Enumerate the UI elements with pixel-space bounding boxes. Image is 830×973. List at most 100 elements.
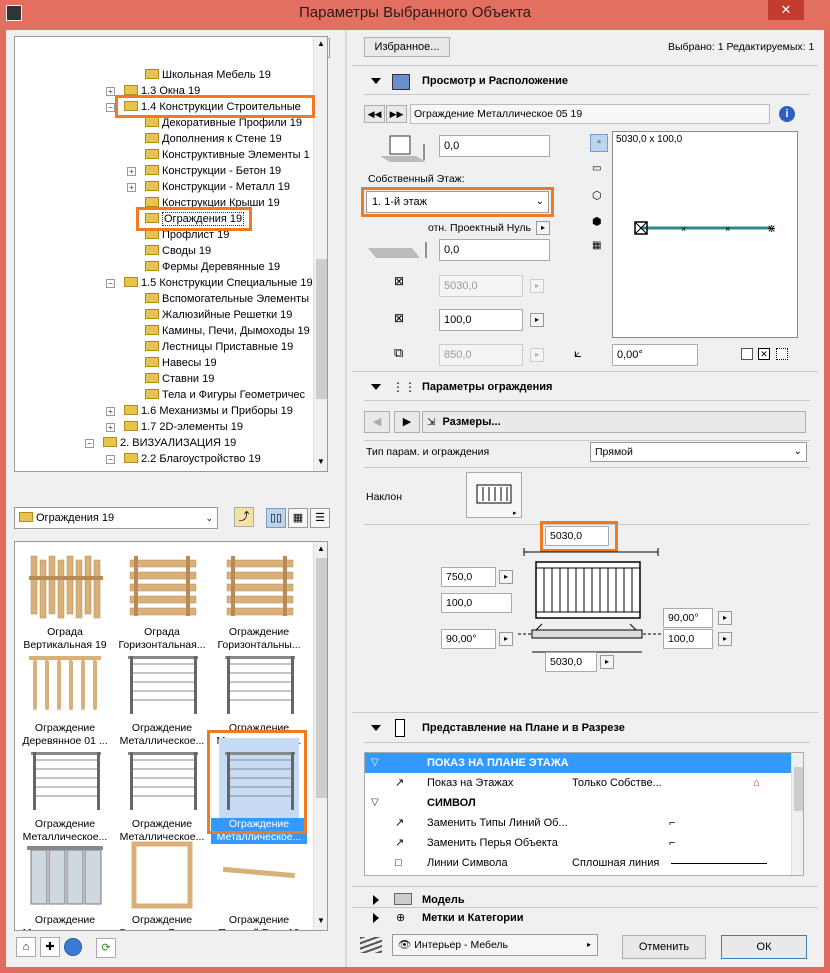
expand-arrow-icon[interactable] <box>373 895 379 905</box>
collapse-icon[interactable]: − <box>106 279 115 288</box>
section-tags[interactable]: Метки и Категории <box>422 912 524 924</box>
list-view-icon[interactable]: ☰ <box>310 508 330 528</box>
angle-left-arrow[interactable]: ▸ <box>499 632 513 646</box>
tree-item[interactable]: − 2. ВИЗУАЛИЗАЦИЯ 19 <box>85 435 236 451</box>
table-scrollbar[interactable] <box>791 753 803 875</box>
override-checkbox[interactable]: ⌐ <box>669 813 675 833</box>
close-button[interactable]: ✕ <box>768 0 804 20</box>
slope-button[interactable]: ▸ <box>466 472 522 518</box>
favorites-button[interactable]: Избранное... <box>364 37 450 57</box>
collapse-icon[interactable]: − <box>85 439 94 448</box>
side-view-icon[interactable]: ▭ <box>592 163 601 174</box>
gallery-scrollbar[interactable]: ▲ ▼ <box>313 542 327 930</box>
dimensions-tab[interactable]: ⇲ Размеры... <box>422 411 806 433</box>
elevation-field[interactable]: 0,0 <box>439 135 550 157</box>
cancel-button[interactable]: Отменить <box>622 935 706 959</box>
type-select[interactable]: Прямой ⌄ <box>590 442 807 462</box>
reference-field[interactable]: 0,0 <box>439 239 550 261</box>
tree-item[interactable]: + Конструкции - Бетон 19 <box>127 163 281 179</box>
globe-icon[interactable] <box>64 938 82 956</box>
expand-icon[interactable]: + <box>106 423 115 432</box>
right-width-field[interactable]: 100,0 <box>663 629 713 649</box>
angle-left-field[interactable]: 90,00° <box>441 629 496 649</box>
gallery-item[interactable]: Ограждение Горизонтальны... <box>211 546 307 652</box>
gallery-item[interactable]: ОграждениеМеталлическое... <box>17 738 113 844</box>
gallery-item[interactable]: ОграждениеОткрытая Рама ... <box>114 834 210 930</box>
bottom-length-arrow[interactable]: ▸ <box>600 655 614 669</box>
ok-button[interactable]: ОК <box>721 935 807 959</box>
folder-select[interactable]: Ограждения 19 ⌄ <box>14 507 218 529</box>
angle-right-field[interactable]: 90,00° <box>663 608 713 628</box>
tree-item[interactable]: Школьная Мебель 19 <box>145 67 271 83</box>
height-dim-field[interactable]: 750,0 <box>441 567 496 587</box>
group-collapse-icon[interactable]: ▽ <box>371 793 379 813</box>
prev-object-button[interactable]: ◀◀ <box>364 105 385 123</box>
height-dim-arrow[interactable]: ▸ <box>499 570 513 584</box>
collapse-arrow-icon[interactable] <box>371 725 381 731</box>
tree-item[interactable]: Своды 19 <box>145 243 211 259</box>
width-dim-field[interactable]: 100,0 <box>441 593 512 613</box>
tree-scrollbar[interactable]: ▲ ▼ <box>313 37 327 471</box>
tree-item[interactable]: +1.6 Механизмы и Приборы 19 <box>106 403 293 419</box>
depth-arrow[interactable]: ▸ <box>530 313 544 327</box>
folder-up-icon[interactable]: ⤴ <box>234 507 254 527</box>
gallery-item[interactable]: ОграждениеПростой Брус 19 <box>211 834 307 930</box>
group-collapse-icon[interactable]: ▽ <box>371 753 379 773</box>
tree-item[interactable]: Жалюзийные Решетки 19 <box>145 307 292 323</box>
tree-item[interactable]: Камины, Печи, Дымоходы 19 <box>145 323 310 339</box>
tree-item[interactable]: +1.7 2D-элементы 19 <box>106 419 243 435</box>
collapse-arrow-icon[interactable] <box>371 78 381 84</box>
collapse-arrow-icon[interactable] <box>371 384 381 390</box>
tree-item[interactable]: + Конструкции - Металл 19 <box>127 179 290 195</box>
gallery-item[interactable]: Ограда Вертикальная 19 <box>17 546 113 652</box>
add-library-icon[interactable]: ✚ <box>40 937 60 957</box>
reference-arrow[interactable]: ▸ <box>536 221 550 235</box>
small-icons-view-icon[interactable]: ▦ <box>288 508 308 528</box>
tree-item[interactable]: Тела и Фигуры Геометричес <box>145 387 305 403</box>
tree-item[interactable]: Фермы Деревянные 19 <box>145 259 280 275</box>
mirror-none-checkbox[interactable] <box>741 348 753 360</box>
tree-item[interactable]: − 2.2 Благоустройство 19 <box>106 451 261 467</box>
tree-item[interactable]: Вспомогательные Элементы <box>145 291 309 307</box>
table-group-row[interactable]: ▽ СИМВОЛ <box>365 793 791 813</box>
section-model[interactable]: Модель <box>422 894 465 906</box>
depth-field[interactable]: 100,0 <box>439 309 523 331</box>
rotation-field[interactable]: 0,00° <box>612 344 698 366</box>
table-row[interactable]: ↗ Показ на Этажах Только Собстве... ⌂ <box>365 773 791 793</box>
table-row[interactable]: ↗ Заменить Перья Объекта ⌐ <box>365 833 791 853</box>
tree-item[interactable]: Дополнения к Стене 19 <box>145 131 282 147</box>
large-icons-view-icon[interactable]: ▯▯ <box>266 508 286 528</box>
plan-view-icon[interactable]: ▫ <box>590 134 608 152</box>
expand-icon[interactable]: + <box>106 407 115 416</box>
table-row[interactable]: ↗ Заменить Типы Линий Об... ⌐ <box>365 813 791 833</box>
collapse-icon[interactable]: − <box>106 103 115 112</box>
gallery-item[interactable]: ОграждениеМеталлическое... <box>114 738 210 844</box>
expand-icon[interactable]: + <box>106 87 115 96</box>
tree-item[interactable]: Ставни 19 <box>145 371 214 387</box>
expand-arrow-icon[interactable] <box>373 913 379 923</box>
tree-item[interactable]: Навесы 19 <box>145 355 217 371</box>
info-icon[interactable]: i <box>779 106 795 122</box>
tree-item[interactable]: Конструктивные Элементы 1 <box>145 147 310 163</box>
override-checkbox[interactable]: ⌐ <box>669 833 675 853</box>
angle-right-arrow[interactable]: ▸ <box>718 611 732 625</box>
section-view-position[interactable]: Просмотр и Расположение <box>422 75 568 87</box>
section-plan-section[interactable]: Представление на Плане и в Разрезе <box>422 722 625 734</box>
mirror-y-checkbox[interactable] <box>776 348 788 360</box>
section-railing-params[interactable]: Параметры ограждения <box>422 381 552 393</box>
gallery-item[interactable]: Ограждение Деревянное 01 ... <box>17 642 113 748</box>
properties-table[interactable]: ▽ ПОКАЗ НА ПЛАНЕ ЭТАЖА ↗ Показ на Этажах Тол… <box>364 752 804 876</box>
table-group-row[interactable]: ▽ ПОКАЗ НА ПЛАНЕ ЭТАЖА <box>365 753 791 773</box>
axon-view-icon[interactable]: ⬡ <box>592 189 602 202</box>
section-view-icon[interactable]: ▦ <box>592 240 601 251</box>
page-next-button[interactable]: ▶ <box>394 411 420 433</box>
table-row[interactable]: □ Линии Символа Сплошная линия <box>365 853 791 873</box>
tree-item[interactable]: − 1.5 Конструкции Специальные 19 <box>106 275 313 291</box>
library-manager-icon[interactable]: ⌂ <box>16 937 36 957</box>
tree-item[interactable]: Лестницы Приставные 19 <box>145 339 293 355</box>
gallery-item[interactable]: ОграждениеМеталлическое... <box>17 834 113 930</box>
solid-view-icon[interactable]: ⬢ <box>592 215 602 228</box>
layer-select[interactable]: 👁 Интерьер - Мебель ▸ <box>392 934 598 956</box>
gallery-item[interactable]: ОграждениеМеталлическое... <box>114 642 210 748</box>
gallery-item[interactable]: Ограда Горизонтальная... <box>114 546 210 652</box>
